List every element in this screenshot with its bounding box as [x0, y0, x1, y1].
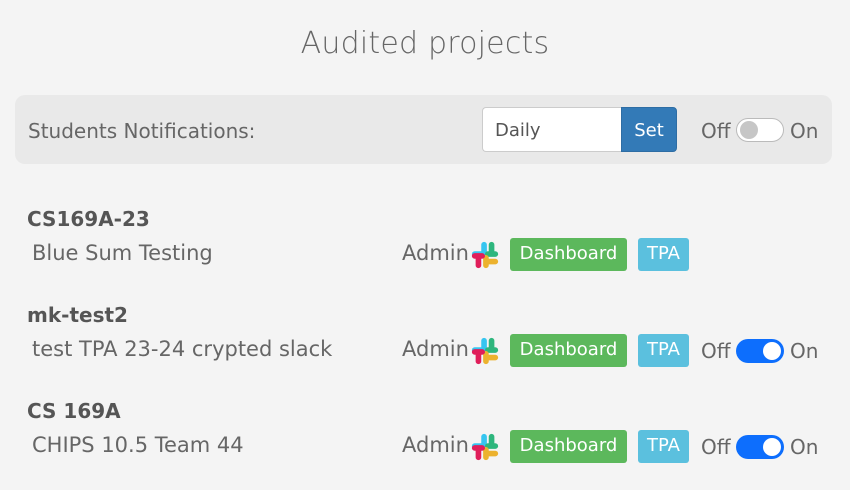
project-notification-toggle[interactable] — [736, 435, 784, 459]
notification-frequency-input[interactable]: Daily — [482, 107, 622, 152]
on-label: On — [790, 339, 819, 363]
project-name: CS169A-23 — [27, 207, 150, 231]
project-name: mk-test2 — [27, 303, 128, 327]
admin-label: Admin — [402, 241, 469, 265]
slack-icon[interactable] — [470, 240, 500, 270]
dashboard-button[interactable]: Dashboard — [510, 334, 627, 367]
on-label: On — [790, 119, 819, 143]
notifications-bar: Students Notifications: Daily Set Off On — [15, 95, 832, 164]
toggle-knob — [740, 121, 758, 139]
set-button[interactable]: Set — [621, 107, 677, 152]
dashboard-button[interactable]: Dashboard — [510, 430, 627, 463]
tpa-button[interactable]: TPA — [638, 334, 689, 367]
off-label: Off — [701, 339, 731, 363]
tpa-button[interactable]: TPA — [638, 430, 689, 463]
off-label: Off — [701, 119, 731, 143]
admin-label: Admin — [402, 433, 469, 457]
tpa-button[interactable]: TPA — [638, 238, 689, 271]
toggle-knob — [763, 438, 781, 456]
slack-icon[interactable] — [470, 432, 500, 462]
dashboard-button[interactable]: Dashboard — [510, 238, 627, 271]
project-description: Blue Sum Testing — [32, 241, 213, 265]
project-description: test TPA 23-24 crypted slack — [32, 337, 333, 361]
slack-icon[interactable] — [470, 336, 500, 366]
project-name: CS 169A — [27, 399, 121, 423]
admin-label: Admin — [402, 337, 469, 361]
toggle-knob — [763, 342, 781, 360]
on-label: On — [790, 435, 819, 459]
notifications-toggle[interactable] — [736, 118, 784, 142]
project-description: CHIPS 10.5 Team 44 — [32, 433, 244, 457]
notifications-label: Students Notifications: — [28, 119, 256, 143]
page-title: Audited projects — [300, 26, 550, 61]
project-notification-toggle[interactable] — [736, 339, 784, 363]
off-label: Off — [701, 435, 731, 459]
